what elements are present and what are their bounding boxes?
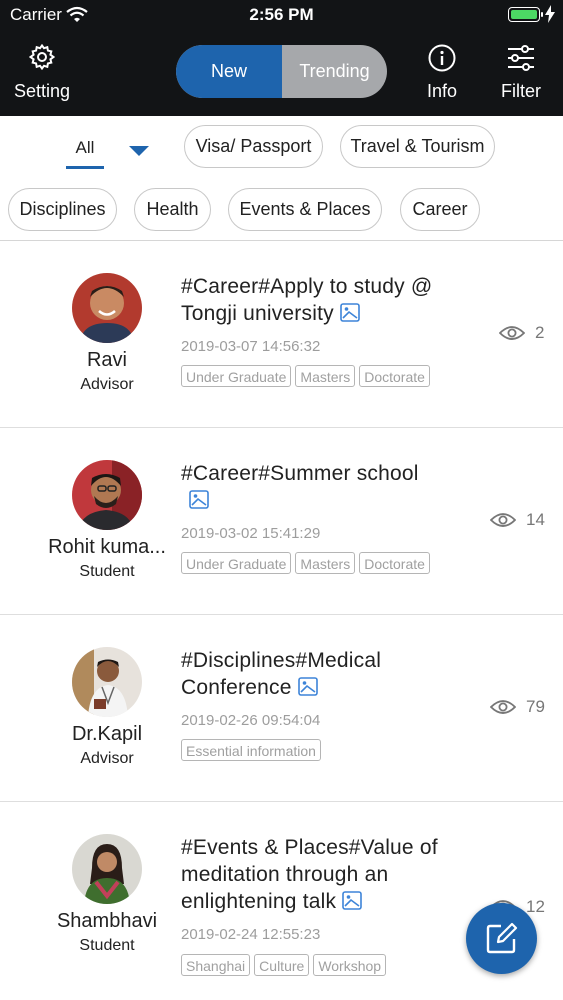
author-name: Ravi xyxy=(86,349,127,371)
view-count: 14 xyxy=(489,510,545,530)
post-date: 2019-02-24 12:55:23 xyxy=(181,926,321,943)
post-title-text: #Disciplines#Medical Conference xyxy=(181,649,382,699)
filter-label: Filter xyxy=(501,81,541,101)
post-tags: Under Graduate Masters Doctorate xyxy=(181,365,434,387)
top-bar: Carrier 2:56 PM Setting New Trending Inf… xyxy=(0,0,563,116)
filter-button[interactable]: Filter xyxy=(498,44,544,102)
author-role: Advisor xyxy=(80,376,134,393)
tag: Masters xyxy=(295,365,356,387)
charging-icon xyxy=(545,5,555,23)
avatar[interactable] xyxy=(72,647,142,717)
gear-icon xyxy=(28,43,56,71)
filter-all[interactable]: All xyxy=(66,138,104,158)
tag: Doctorate xyxy=(359,552,430,574)
tag: Under Graduate xyxy=(181,552,292,574)
eye-icon xyxy=(489,700,517,714)
avatar[interactable] xyxy=(72,273,142,343)
post-tags: Essential information xyxy=(181,739,325,761)
tag: Masters xyxy=(295,552,356,574)
setting-button[interactable]: Setting xyxy=(10,43,74,102)
battery-icon xyxy=(508,7,540,22)
post-tags: Shanghai Culture Workshop xyxy=(181,954,390,976)
post-title-text: #Career#Apply to study @ Tongji universi… xyxy=(181,275,433,325)
post-item[interactable]: Dr.Kapil Advisor #Disciplines#Medical Co… xyxy=(0,615,563,802)
post-title[interactable]: #Events & Places#Value of meditation thr… xyxy=(181,834,466,915)
author-role: Student xyxy=(79,937,135,954)
image-icon xyxy=(342,891,362,910)
post-title-text: #Career#Summer school xyxy=(181,462,419,485)
tag: Culture xyxy=(254,954,310,976)
post-date: 2019-02-26 09:54:04 xyxy=(181,712,321,729)
feed-segment-control: New Trending xyxy=(176,45,387,98)
filter-all-underline xyxy=(66,166,104,169)
post-date: 2019-03-07 14:56:32 xyxy=(181,338,321,355)
compose-icon xyxy=(486,922,518,954)
segment-new[interactable]: New xyxy=(176,45,282,98)
compose-button[interactable] xyxy=(466,903,537,974)
post-tags: Under Graduate Masters Doctorate xyxy=(181,552,434,574)
post-title-text: #Events & Places#Value of meditation thr… xyxy=(181,836,438,913)
author-name: Dr.Kapil xyxy=(71,723,143,745)
post-item[interactable]: Shambhavi Student #Events & Places#Value… xyxy=(0,802,563,1000)
caret-down-icon[interactable] xyxy=(129,146,149,156)
tag: Essential information xyxy=(181,739,321,761)
setting-label: Setting xyxy=(13,81,71,101)
view-count-value: 79 xyxy=(526,697,545,716)
author-name: Rohit kuma... xyxy=(48,536,166,558)
info-icon xyxy=(428,44,456,72)
post-item[interactable]: Ravi Advisor #Career#Apply to study @ To… xyxy=(0,241,563,428)
image-icon xyxy=(189,490,209,509)
tag: Workshop xyxy=(313,954,387,976)
post-item[interactable]: Rohit kuma... Student #Career#Summer sch… xyxy=(0,428,563,615)
post-date: 2019-03-02 15:41:29 xyxy=(181,525,321,542)
view-count-value: 2 xyxy=(535,323,545,342)
sliders-icon xyxy=(508,45,534,71)
author-role: Advisor xyxy=(80,750,134,767)
segment-trending[interactable]: Trending xyxy=(282,45,387,98)
tag: Under Graduate xyxy=(181,365,292,387)
info-button[interactable]: Info xyxy=(418,44,466,102)
avatar-image xyxy=(72,647,142,717)
chip-disciplines[interactable]: Disciplines xyxy=(8,188,117,231)
post-title[interactable]: #Career#Summer school xyxy=(181,460,466,514)
view-count: 79 xyxy=(489,697,545,717)
image-icon xyxy=(340,303,360,322)
view-count-value: 14 xyxy=(526,510,545,529)
image-icon xyxy=(297,677,318,696)
view-count-value: 12 xyxy=(526,897,545,916)
chip-travel-tourism[interactable]: Travel & Tourism xyxy=(340,125,495,168)
chip-visa-passport[interactable]: Visa/ Passport xyxy=(184,125,323,168)
eye-icon xyxy=(498,326,526,340)
tag: Shanghai xyxy=(181,954,251,976)
avatar-image xyxy=(72,460,142,530)
status-time: 2:56 PM xyxy=(249,5,314,24)
avatar[interactable] xyxy=(72,460,142,530)
battery-tip xyxy=(541,12,543,17)
status-bar: Carrier 2:56 PM xyxy=(0,0,563,30)
eye-icon xyxy=(489,513,517,527)
author-role: Student xyxy=(79,563,135,580)
chip-career[interactable]: Career xyxy=(400,188,480,231)
category-filters: All Visa/ Passport Travel & Tourism Disc… xyxy=(0,116,563,241)
author-name: Shambhavi xyxy=(56,910,158,932)
view-count: 2 xyxy=(498,323,545,343)
tag: Doctorate xyxy=(359,365,430,387)
avatar-image xyxy=(72,273,142,343)
chip-events-places[interactable]: Events & Places xyxy=(228,188,382,231)
chip-health[interactable]: Health xyxy=(134,188,211,231)
post-title[interactable]: #Disciplines#Medical Conference xyxy=(181,647,466,701)
avatar[interactable] xyxy=(72,834,142,904)
info-label: Info xyxy=(426,81,458,101)
post-title[interactable]: #Career#Apply to study @ Tongji universi… xyxy=(181,273,466,327)
avatar-image xyxy=(72,834,142,904)
